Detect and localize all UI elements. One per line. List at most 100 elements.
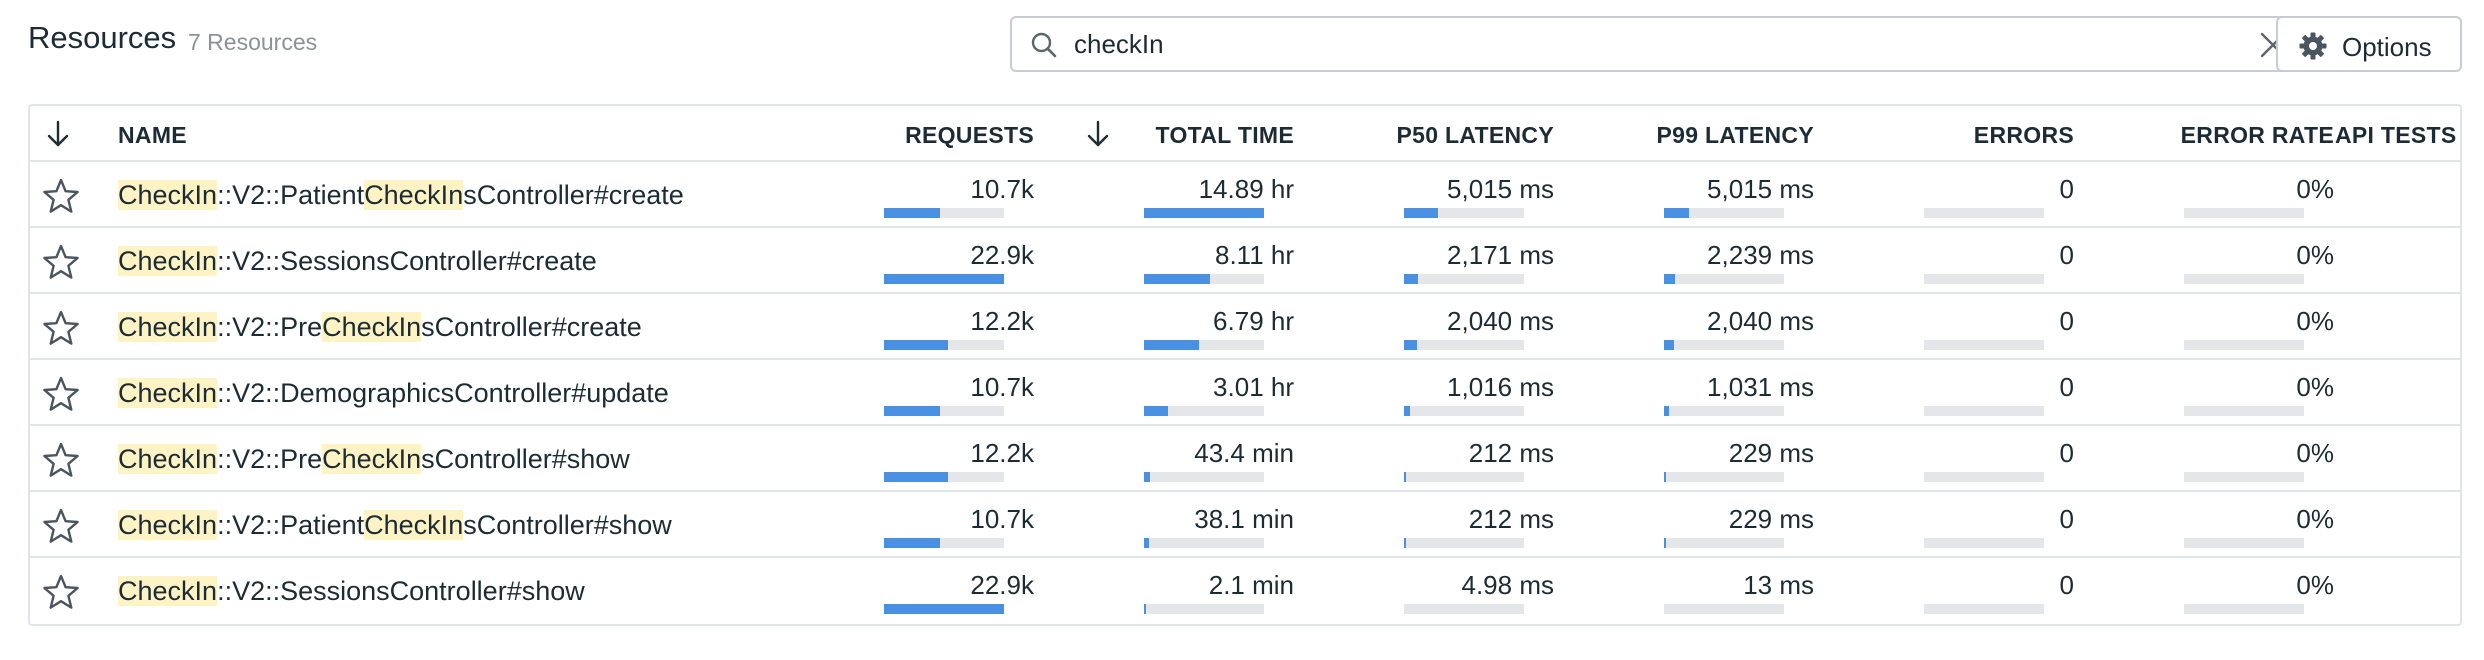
cell-requests: 22.9k — [970, 240, 1034, 270]
bar-error-rate — [2184, 274, 2304, 284]
bar-fill — [1664, 274, 1675, 284]
bar-errors — [1924, 604, 2044, 614]
star-icon[interactable] — [42, 310, 80, 346]
resource-count: 7 Resources — [188, 29, 318, 55]
resources-page: Resources 7 Resources checkIn Options NA… — [0, 0, 2484, 660]
cell-errors: 0 — [2059, 570, 2074, 600]
resource-name-part: ::V2::DemographicsController#update — [217, 378, 669, 408]
cell-errors: 0 — [2059, 372, 2074, 402]
cell-requests: 10.7k — [970, 372, 1034, 402]
table-row[interactable]: CheckIn::V2::PatientCheckInsController#s… — [30, 492, 2460, 558]
bar-p50 — [1404, 340, 1524, 350]
bar-errors — [1924, 340, 2044, 350]
sort-descending-icon[interactable] — [1084, 119, 1112, 149]
star-icon[interactable] — [42, 376, 80, 412]
search-box[interactable] — [1010, 16, 2306, 72]
resource-name[interactable]: CheckIn::V2::PatientCheckInsController#c… — [118, 180, 684, 211]
column-header-errors[interactable]: ERRORS — [1840, 122, 2074, 149]
search-icon — [1031, 32, 1057, 58]
bar-fill — [1664, 472, 1666, 482]
cell-requests: 10.7k — [970, 504, 1034, 534]
cell-requests: 12.2k — [970, 306, 1034, 336]
search-match-highlight: CheckIn — [118, 378, 218, 408]
bar-p50 — [1404, 274, 1524, 284]
bar-fill — [1144, 604, 1146, 614]
bar-total-time — [1144, 274, 1264, 284]
resource-name[interactable]: CheckIn::V2::PreCheckInsController#creat… — [118, 312, 642, 343]
bar-fill — [884, 340, 948, 350]
bar-fill — [1144, 340, 1199, 350]
page-title: Resources — [28, 20, 177, 55]
resource-name[interactable]: CheckIn::V2::SessionsController#show — [118, 576, 585, 607]
cell-total-time: 43.4 min — [1194, 438, 1294, 468]
options-button[interactable]: Options — [2276, 16, 2462, 72]
column-header-api-tests[interactable]: API TESTS — [2335, 122, 2457, 149]
bar-fill — [1144, 472, 1150, 482]
star-icon[interactable] — [42, 244, 80, 280]
column-header-p50-latency[interactable]: P50 LATENCY — [1320, 122, 1554, 149]
cell-error-rate: 0% — [2296, 240, 2334, 270]
resource-name[interactable]: CheckIn::V2::PreCheckInsController#show — [118, 444, 630, 475]
bar-total-time — [1144, 538, 1264, 548]
bar-p99 — [1664, 604, 1784, 614]
cell-error-rate: 0% — [2296, 438, 2334, 468]
resource-name[interactable]: CheckIn::V2::PatientCheckInsController#s… — [118, 510, 672, 541]
resource-name[interactable]: CheckIn::V2::DemographicsController#upda… — [118, 378, 669, 409]
column-header-name[interactable]: NAME — [118, 122, 187, 149]
table-row[interactable]: CheckIn::V2::PatientCheckInsController#c… — [30, 162, 2460, 228]
bar-fill — [1664, 208, 1689, 218]
cell-errors: 0 — [2059, 240, 2074, 270]
table-row[interactable]: CheckIn::V2::PreCheckInsController#creat… — [30, 294, 2460, 360]
bar-errors — [1924, 538, 2044, 548]
bar-error-rate — [2184, 406, 2304, 416]
cell-errors: 0 — [2059, 438, 2074, 468]
star-icon[interactable] — [42, 442, 80, 478]
cell-error-rate: 0% — [2296, 306, 2334, 336]
column-header-error-rate[interactable]: ERROR RATE — [2100, 122, 2334, 149]
gear-icon — [2299, 32, 2327, 60]
bar-error-rate — [2184, 538, 2304, 548]
cell-total-time: 3.01 hr — [1213, 372, 1294, 402]
search-match-highlight: CheckIn — [322, 312, 422, 342]
star-icon[interactable] — [42, 508, 80, 544]
cell-p50: 4.98 ms — [1461, 570, 1555, 600]
cell-error-rate: 0% — [2296, 570, 2334, 600]
column-header-total-time[interactable]: TOTAL TIME — [1120, 122, 1294, 149]
bar-fill — [884, 406, 940, 416]
bar-p99 — [1664, 274, 1784, 284]
search-match-highlight: CheckIn — [118, 312, 218, 342]
star-icon[interactable] — [42, 574, 80, 610]
column-header-p99-latency[interactable]: P99 LATENCY — [1580, 122, 1814, 149]
search-match-highlight: CheckIn — [322, 444, 422, 474]
table-header: NAME REQUESTS TOTAL TIME P50 LATENCY P99… — [30, 106, 2460, 162]
cell-total-time: 14.89 hr — [1198, 174, 1294, 204]
resource-name[interactable]: CheckIn::V2::SessionsController#create — [118, 246, 597, 277]
cell-error-rate: 0% — [2296, 372, 2334, 402]
bar-fill — [1404, 472, 1406, 482]
bar-p50 — [1404, 604, 1524, 614]
bar-fill — [884, 538, 940, 548]
arrow-down-icon[interactable] — [44, 119, 72, 149]
bar-requests — [884, 406, 1004, 416]
cell-p99: 2,040 ms — [1707, 306, 1814, 336]
column-header-requests[interactable]: REQUESTS — [800, 122, 1034, 149]
options-label: Options — [2342, 32, 2432, 62]
bar-errors — [1924, 406, 2044, 416]
cell-p50: 2,171 ms — [1447, 240, 1554, 270]
table-row[interactable]: CheckIn::V2::SessionsController#create 22… — [30, 228, 2460, 294]
table-row[interactable]: CheckIn::V2::PreCheckInsController#show 1… — [30, 426, 2460, 492]
cell-p99: 1,031 ms — [1707, 372, 1814, 402]
bar-p99 — [1664, 340, 1784, 350]
bar-fill — [1404, 274, 1418, 284]
bar-p99 — [1664, 472, 1784, 482]
bar-errors — [1924, 274, 2044, 284]
search-match-highlight: CheckIn — [118, 246, 218, 276]
cell-total-time: 6.79 hr — [1213, 306, 1294, 336]
bar-fill — [884, 274, 1004, 284]
search-input[interactable] — [1074, 24, 2214, 64]
cell-error-rate: 0% — [2296, 504, 2334, 534]
bar-fill — [1664, 538, 1666, 548]
table-row[interactable]: CheckIn::V2::SessionsController#show 22.9… — [30, 558, 2460, 624]
table-row[interactable]: CheckIn::V2::DemographicsController#upda… — [30, 360, 2460, 426]
star-icon[interactable] — [42, 178, 80, 214]
